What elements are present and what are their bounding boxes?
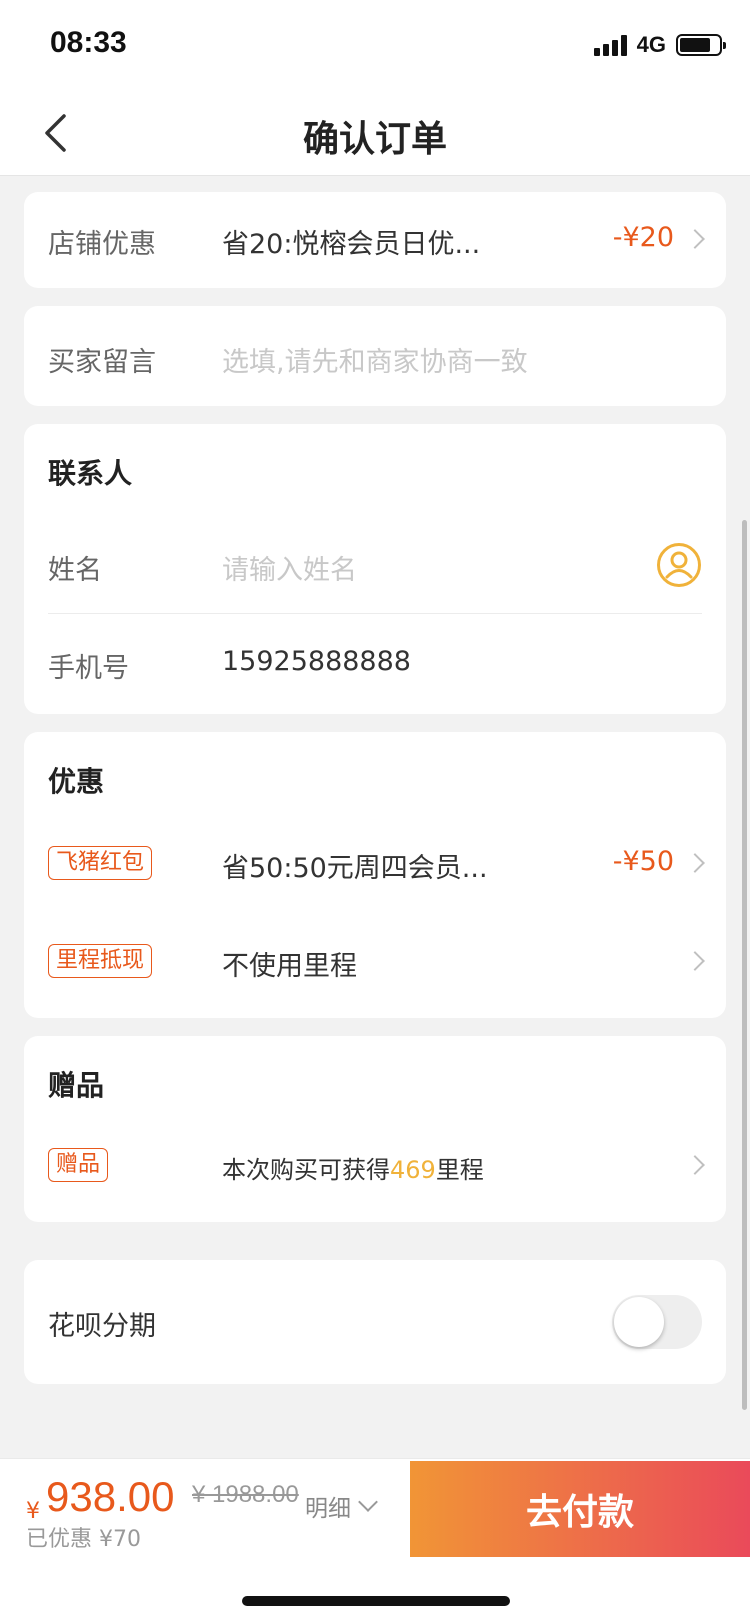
contact-title: 联系人 [48,457,133,490]
toggle-knob [614,1297,664,1347]
page-title: 确认订单 [302,119,447,160]
gift-text-after: 里程 [435,1156,484,1184]
gift-text: 本次购买可获得469里程 [222,1150,484,1185]
buyer-message-label: 买家留言 [48,347,156,378]
pay-button[interactable]: 去付款 [410,1461,750,1557]
gift-title: 赠品 [48,1069,105,1102]
name-input[interactable]: 请输入姓名 [222,548,357,587]
miles-value: 不使用里程 [222,951,357,982]
buyer-message-input[interactable]: 选填,请先和商家协商一致 [222,340,528,379]
name-label: 姓名 [48,555,102,586]
scrollbar[interactable] [742,520,747,1410]
discount-item-miles[interactable]: 里程抵现 不使用里程 [24,912,726,1010]
chevron-right-icon [685,1155,705,1175]
status-bar: 08:33 4G [0,0,750,90]
status-indicators: 4G [593,32,726,58]
chevron-right-icon [685,229,705,249]
installment-card: 花呗分期 [24,1260,726,1384]
battery-icon [676,34,726,56]
detail-button[interactable]: 明细 [305,1489,378,1523]
network-label: 4G [636,32,666,57]
gift-tag: 赠品 [48,1148,109,1182]
phone-input[interactable]: 15925888888 [222,646,411,677]
contact-picker-icon[interactable] [656,542,702,588]
discount-item-red-packet[interactable]: 飞猪红包 省50:50元周四会员... -¥50 [24,814,726,912]
installment-label: 花呗分期 [48,1311,156,1342]
divider [48,613,702,614]
chevron-down-icon [358,1492,378,1512]
red-packet-amount: -¥50 [612,846,674,877]
nav-bar: 确认订单 [0,90,750,176]
saved-amount: 已优惠 ¥70 [26,1527,141,1552]
home-indicator [242,1596,510,1606]
detail-label: 明细 [305,1496,351,1522]
discounts-card: 优惠 飞猪红包 省50:50元周四会员... -¥50 里程抵现 不使用里程 [24,732,726,1018]
status-time: 08:33 [50,26,127,59]
gift-row[interactable]: 赠品 本次购买可获得469里程 [24,1128,726,1208]
discounts-title: 优惠 [48,765,105,798]
store-discount-card[interactable]: 店铺优惠 省20:悦榕会员日优... -¥20 [24,192,726,288]
contact-card: 联系人 姓名 请输入姓名 手机号 15925888888 [24,424,726,714]
gift-text-before: 本次购买可获得 [222,1156,390,1184]
gift-card: 赠品 赠品 本次购买可获得469里程 [24,1036,726,1222]
gift-miles: 469 [390,1156,436,1184]
store-discount-label: 店铺优惠 [48,229,156,260]
signal-icon [593,34,627,56]
total-amount: 938.00 [46,1473,175,1520]
store-discount-amount: -¥20 [612,222,674,253]
chevron-right-icon [685,853,705,873]
red-packet-tag: 飞猪红包 [48,846,153,880]
buyer-message-card: 买家留言 选填,请先和商家协商一致 [24,306,726,406]
store-discount-value: 省20:悦榕会员日优... [222,229,481,260]
original-price: ¥ 1988.00 [192,1481,299,1508]
phone-label: 手机号 [48,653,129,684]
chevron-right-icon [685,951,705,971]
red-packet-value: 省50:50元周四会员... [222,853,488,884]
miles-tag: 里程抵现 [48,944,153,978]
installment-toggle[interactable] [612,1295,702,1349]
